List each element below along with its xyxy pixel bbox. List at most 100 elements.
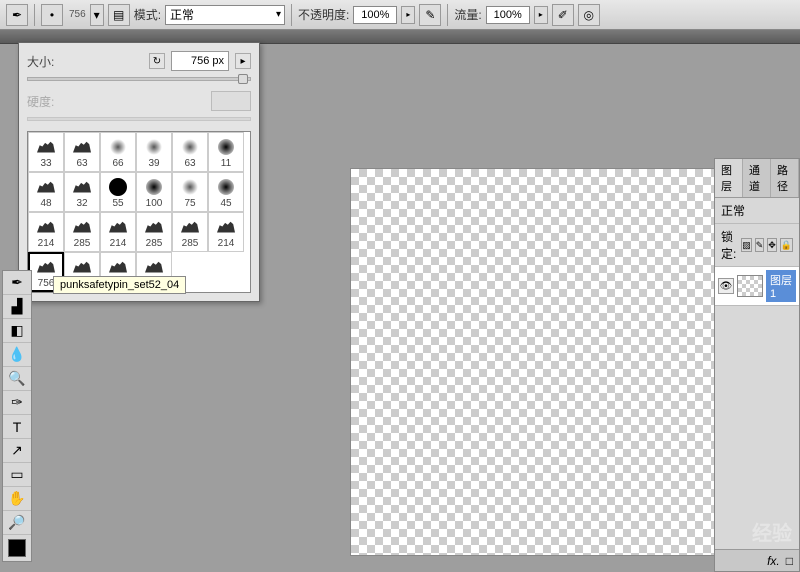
hand-tool[interactable]: ✋ bbox=[3, 487, 31, 511]
layer-row[interactable]: 👁 图层 1 bbox=[715, 267, 799, 306]
flow-flyout-icon[interactable]: ▸ bbox=[534, 6, 548, 24]
separator bbox=[34, 4, 35, 26]
size-input[interactable] bbox=[171, 51, 229, 71]
brush-preset[interactable]: 214 bbox=[208, 212, 244, 252]
brush-preset[interactable]: 48 bbox=[28, 172, 64, 212]
lock-pixels-icon[interactable]: ✎ bbox=[755, 238, 765, 252]
size-label: 大小: bbox=[27, 53, 69, 70]
blend-mode-value: 正常 bbox=[170, 6, 194, 23]
brush-tool-icon[interactable]: ✒ bbox=[6, 4, 28, 26]
reset-size-icon[interactable]: ↻ bbox=[149, 53, 165, 69]
brush-preview-icon[interactable]: • bbox=[41, 4, 63, 26]
size-slider[interactable] bbox=[27, 77, 251, 81]
fx-menu[interactable]: fx. bbox=[767, 554, 780, 568]
lock-position-icon[interactable]: ✥ bbox=[767, 238, 777, 252]
brush-shape-icon bbox=[178, 176, 202, 198]
opacity-input[interactable] bbox=[353, 6, 397, 24]
brush-size-label: 285 bbox=[146, 238, 163, 249]
brush-size-label: 285 bbox=[182, 238, 199, 249]
brush-preset[interactable]: 100 bbox=[136, 172, 172, 212]
brush-size-label: 33 bbox=[40, 158, 51, 169]
brush-size-label: 55 bbox=[112, 198, 123, 209]
brush-size-label: 39 bbox=[148, 158, 159, 169]
airbrush-icon[interactable]: ✐ bbox=[552, 4, 574, 26]
brush-shape-icon bbox=[70, 136, 94, 158]
brush-preset-picker-icon[interactable]: ▾ bbox=[90, 4, 104, 26]
brush-size-label: 75 bbox=[184, 198, 195, 209]
pen-tool[interactable]: ✑ bbox=[3, 391, 31, 415]
brush-size-label: 45 bbox=[220, 198, 231, 209]
brush-preset[interactable]: 33 bbox=[28, 132, 64, 172]
brush-shape-icon bbox=[106, 256, 130, 278]
brush-shape-icon bbox=[70, 216, 94, 238]
brush-size-label: 214 bbox=[110, 238, 127, 249]
lock-transparency-icon[interactable]: ▨ bbox=[741, 238, 752, 252]
layers-panel-tabs: 图层 通道 路径 bbox=[715, 159, 799, 198]
brush-tool[interactable]: ✒ bbox=[3, 271, 31, 295]
tab-layers[interactable]: 图层 bbox=[715, 159, 743, 197]
brush-size-label: 32 bbox=[76, 198, 87, 209]
brush-preset[interactable]: 63 bbox=[64, 132, 100, 172]
brush-preset[interactable]: 32 bbox=[64, 172, 100, 212]
brush-preset[interactable]: 66 bbox=[100, 132, 136, 172]
brush-size-label: 63 bbox=[76, 158, 87, 169]
brush-shape-icon bbox=[34, 216, 58, 238]
hardness-input-disabled bbox=[211, 91, 251, 111]
foreground-color[interactable] bbox=[8, 539, 26, 557]
mode-label: 模式: bbox=[134, 6, 161, 23]
brush-size-label: 11 bbox=[221, 158, 231, 169]
tablet-opacity-icon[interactable]: ✎ bbox=[419, 4, 441, 26]
layer-blend-mode[interactable]: 正常 bbox=[715, 198, 799, 224]
options-bar: ✒ • 756 ▾ ▤ 模式: 正常 不透明度: ▸ ✎ 流量: ▸ ✐ ◎ bbox=[0, 0, 800, 30]
separator bbox=[291, 4, 292, 26]
brush-shape-icon bbox=[142, 216, 166, 238]
slider-thumb[interactable] bbox=[238, 74, 248, 84]
flow-input[interactable] bbox=[486, 6, 530, 24]
dodge-tool[interactable]: 🔍 bbox=[3, 367, 31, 391]
tools-panel: ✒ ▟ ◧ 💧 🔍 ✑ T ↗ ▭ ✋ 🔎 bbox=[2, 270, 32, 562]
mask-button[interactable]: □ bbox=[786, 554, 793, 568]
brush-preset[interactable]: 45 bbox=[208, 172, 244, 212]
zoom-tool[interactable]: 🔎 bbox=[3, 511, 31, 535]
brush-preset[interactable]: 55 bbox=[100, 172, 136, 212]
brush-preset[interactable]: 285 bbox=[136, 212, 172, 252]
brush-shape-icon bbox=[142, 256, 166, 278]
brush-preset[interactable]: 285 bbox=[172, 212, 208, 252]
lock-all-icon[interactable]: 🔒 bbox=[780, 238, 793, 252]
brush-preset[interactable]: 214 bbox=[28, 212, 64, 252]
blend-mode-dropdown[interactable]: 正常 bbox=[165, 5, 285, 25]
blur-tool[interactable]: 💧 bbox=[3, 343, 31, 367]
brush-shape-icon bbox=[34, 136, 58, 158]
tab-channels[interactable]: 通道 bbox=[743, 159, 771, 197]
tablet-pressure-icon[interactable]: ◎ bbox=[578, 4, 600, 26]
brush-preset[interactable]: 39 bbox=[136, 132, 172, 172]
brush-shape-icon bbox=[142, 136, 166, 158]
shape-tool[interactable]: ▭ bbox=[3, 463, 31, 487]
brush-size-label: 100 bbox=[146, 198, 163, 209]
brush-preset[interactable]: 11 bbox=[208, 132, 244, 172]
brush-shape-icon bbox=[70, 256, 94, 278]
brush-panel-toggle-icon[interactable]: ▤ bbox=[108, 4, 130, 26]
brush-shape-icon bbox=[214, 136, 238, 158]
visibility-toggle-icon[interactable]: 👁 bbox=[718, 278, 734, 294]
path-tool[interactable]: ↗ bbox=[3, 439, 31, 463]
opacity-label: 不透明度: bbox=[298, 6, 349, 23]
brush-preset-popup: 大小: ↻ ▸ 硬度: 33 63 66 39 63 11 48 32 55 100 75 45 214… bbox=[18, 42, 260, 302]
stamp-tool[interactable]: ▟ bbox=[3, 295, 31, 319]
popup-menu-icon[interactable]: ▸ bbox=[235, 53, 251, 69]
brush-preset[interactable]: 214 bbox=[100, 212, 136, 252]
brush-preset[interactable]: 75 bbox=[172, 172, 208, 212]
brush-size-label: 214 bbox=[38, 238, 55, 249]
layer-name[interactable]: 图层 1 bbox=[766, 270, 796, 302]
layer-thumbnail[interactable] bbox=[737, 275, 763, 297]
tab-paths[interactable]: 路径 bbox=[771, 159, 799, 197]
brush-preset[interactable]: 285 bbox=[64, 212, 100, 252]
layer-lock-row: 锁定: ▨ ✎ ✥ 🔒 bbox=[715, 224, 799, 267]
document-canvas[interactable] bbox=[350, 168, 722, 556]
eraser-tool[interactable]: ◧ bbox=[3, 319, 31, 343]
brush-size-label: 214 bbox=[218, 238, 235, 249]
type-tool[interactable]: T bbox=[3, 415, 31, 439]
hardness-label: 硬度: bbox=[27, 93, 69, 110]
opacity-flyout-icon[interactable]: ▸ bbox=[401, 6, 415, 24]
brush-preset[interactable]: 63 bbox=[172, 132, 208, 172]
